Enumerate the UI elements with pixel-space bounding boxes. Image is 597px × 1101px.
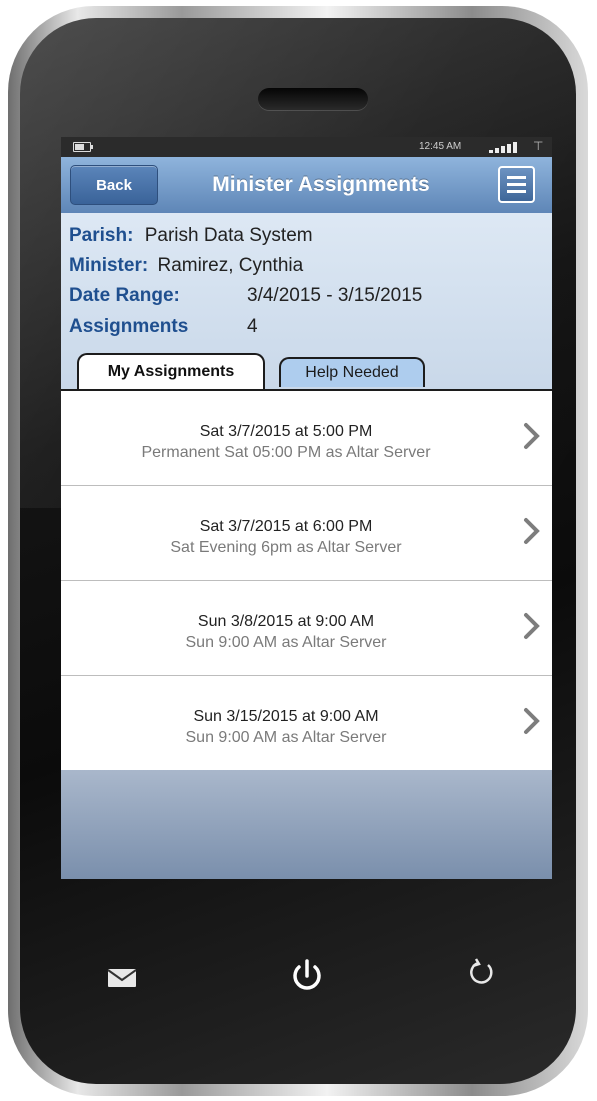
list-item[interactable]: Sun 3/8/2015 at 9:00 AM Sun 9:00 AM as A…: [61, 581, 552, 676]
assignment-list: Sat 3/7/2015 at 5:00 PM Permanent Sat 05…: [61, 391, 552, 771]
power-icon[interactable]: [290, 958, 324, 994]
minister-label: Minister:: [69, 255, 149, 276]
status-time: 12:45 AM: [419, 141, 462, 152]
status-bar: 12:45 AM ⊤: [61, 137, 552, 157]
assignment-datetime: Sat 3/7/2015 at 5:00 PM: [199, 423, 373, 440]
back-button[interactable]: Back: [70, 165, 158, 205]
chevron-right-icon: [524, 708, 540, 734]
minister-value: Ramirez, Cynthia: [157, 255, 304, 276]
tab-my-assignments[interactable]: My Assignments: [77, 353, 265, 389]
list-item[interactable]: Sat 3/7/2015 at 5:00 PM Permanent Sat 05…: [61, 391, 552, 486]
list-item[interactable]: Sat 3/7/2015 at 6:00 PM Sat Evening 6pm …: [61, 486, 552, 581]
assignments-count: 4: [247, 316, 258, 337]
tab-help-needed[interactable]: Help Needed: [279, 357, 425, 387]
phone-screen: 12:45 AM ⊤ Back Minister Assignments Par…: [61, 137, 552, 879]
assignment-detail: Sat Evening 6pm as Altar Server: [170, 539, 402, 556]
chevron-right-icon: [524, 423, 540, 449]
signal-icon: [489, 141, 525, 153]
screen-footer: [61, 770, 552, 879]
assignment-datetime: Sun 3/15/2015 at 9:00 AM: [193, 708, 379, 725]
date-range-value: 3/4/2015 - 3/15/2015: [247, 285, 423, 306]
refresh-icon[interactable]: [467, 958, 497, 988]
assignment-detail: Permanent Sat 05:00 PM as Altar Server: [141, 444, 431, 461]
parish-row: Parish: Parish Data System: [69, 225, 313, 247]
date-range-label: Date Range:: [69, 285, 180, 306]
wifi-icon: ⊤: [533, 139, 544, 153]
assignment-detail: Sun 9:00 AM as Altar Server: [185, 634, 387, 651]
page-title: Minister Assignments: [212, 173, 430, 196]
assignment-datetime: Sun 3/8/2015 at 9:00 AM: [197, 613, 375, 630]
date-range-row: Date Range: 3/4/2015 - 3/15/2015: [69, 285, 422, 307]
assignments-label: Assignments: [69, 316, 189, 337]
minister-row: Minister: Ramirez, Cynthia: [69, 255, 303, 277]
earpiece-speaker: [258, 88, 368, 110]
assignments-count-row: Assignments 4: [69, 316, 258, 338]
parish-label: Parish:: [69, 225, 134, 246]
parish-value: Parish Data System: [144, 225, 313, 246]
assignment-summary-panel: Parish: Parish Data System Minister: Ram…: [61, 213, 552, 391]
chevron-right-icon: [524, 518, 540, 544]
chevron-right-icon: [524, 613, 540, 639]
navigation-bar: Back Minister Assignments: [61, 157, 552, 214]
hamburger-menu-icon[interactable]: [498, 166, 535, 203]
assignment-detail: Sun 9:00 AM as Altar Server: [185, 729, 387, 746]
battery-icon: [73, 142, 93, 152]
mail-icon[interactable]: [107, 968, 137, 988]
assignment-datetime: Sat 3/7/2015 at 6:00 PM: [199, 518, 373, 535]
list-item[interactable]: Sun 3/15/2015 at 9:00 AM Sun 9:00 AM as …: [61, 676, 552, 771]
